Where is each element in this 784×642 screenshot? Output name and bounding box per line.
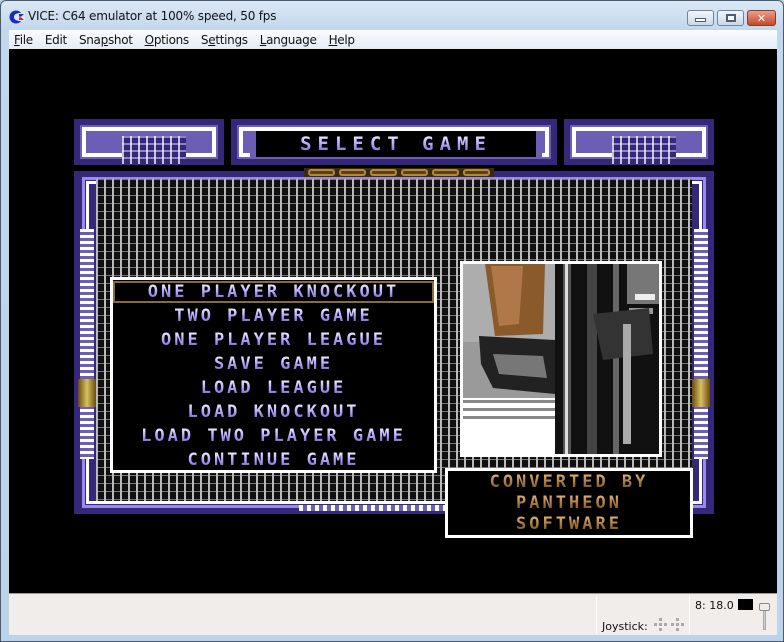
maximize-button[interactable] xyxy=(717,10,744,26)
joystick-label: Joystick: xyxy=(602,620,648,633)
maximize-icon xyxy=(725,14,736,22)
menu-help-mnemonic: H xyxy=(328,32,338,47)
menu-file-label: ile xyxy=(19,32,33,47)
menu-option-label: ONE PLAYER KNOCKOUT xyxy=(147,282,400,302)
menu-option-continue-game[interactable]: CONTINUE GAME xyxy=(113,449,434,471)
menu-option-save-game[interactable]: SAVE GAME xyxy=(113,353,434,375)
left-gold-clasp xyxy=(78,379,96,407)
ornament-grid xyxy=(612,136,676,164)
menu-snapshot-mnemonic: p xyxy=(100,32,109,47)
chain-link xyxy=(432,169,459,176)
right-side-bar xyxy=(694,229,708,459)
close-icon: ✕ xyxy=(756,11,767,25)
commodore-logo-icon xyxy=(9,10,25,24)
menu-edit[interactable]: Edit xyxy=(40,33,72,47)
minimize-button[interactable] xyxy=(687,10,714,26)
minimize-icon xyxy=(695,18,706,22)
boot-illustration xyxy=(463,264,659,454)
menu-option-load-league[interactable]: LOAD LEAGUE xyxy=(113,377,434,399)
title-frame: SELECT GAME xyxy=(231,119,557,165)
drive-led xyxy=(738,599,753,610)
vice-window: VICE: C64 emulator at 100% speed, 50 fps… xyxy=(0,0,784,642)
menu-help[interactable]: Help xyxy=(324,33,360,47)
status-bar: Joystick: 8: 18.0 xyxy=(9,593,777,635)
title-bar[interactable]: VICE: C64 emulator at 100% speed, 50 fps… xyxy=(1,1,784,31)
menu-option-label: LOAD KNOCKOUT xyxy=(187,402,360,422)
chain-link xyxy=(339,169,366,176)
top-left-ornament xyxy=(74,119,224,165)
right-gold-clasp xyxy=(692,379,710,407)
menu-option-load-knockout[interactable]: LOAD KNOCKOUT xyxy=(113,401,434,423)
menu-snapshot-rest: shot xyxy=(107,32,133,47)
status-separator xyxy=(596,596,597,634)
menu-options[interactable]: Options xyxy=(140,33,194,47)
chain-link xyxy=(370,169,397,176)
joystick-port1-icon xyxy=(654,618,668,632)
volume-slider-thumb[interactable] xyxy=(759,603,770,611)
menu-bar: File Edit Snapshot Options Settings Lang… xyxy=(9,30,777,49)
chain-link xyxy=(308,169,335,176)
ornament-grid xyxy=(122,136,186,164)
credits-panel: CONVERTED BY PANTHEON SOFTWARE xyxy=(445,468,693,538)
emulator-screen[interactable]: SELECT GAME ONE PLAYER KNOCKOUT TWO PLAY… xyxy=(9,49,777,593)
window-title: VICE: C64 emulator at 100% speed, 50 fps xyxy=(28,9,277,23)
volume-slider-track[interactable] xyxy=(763,608,766,630)
menu-option-one-player-knockout[interactable]: ONE PLAYER KNOCKOUT xyxy=(113,281,434,303)
menu-option-label: CONTINUE GAME xyxy=(187,450,360,470)
credit-line: CONVERTED BY xyxy=(489,471,649,492)
gold-chain-ornament xyxy=(304,168,494,177)
top-right-ornament xyxy=(564,119,714,165)
menu-options-label: ptions xyxy=(153,32,189,47)
menu-help-label: elp xyxy=(337,32,355,47)
menu-option-one-player-league[interactable]: ONE PLAYER LEAGUE xyxy=(113,329,434,351)
chain-link xyxy=(401,169,428,176)
menu-snapshot[interactable]: Snapshot xyxy=(74,33,138,47)
credit-line: SOFTWARE xyxy=(516,513,622,534)
left-side-bar xyxy=(80,229,94,459)
menu-settings-rest: ttings xyxy=(215,32,248,47)
menu-edit-label: Edit xyxy=(44,32,67,47)
menu-settings[interactable]: Settings xyxy=(196,33,253,47)
joystick-port2-icon xyxy=(671,618,685,632)
menu-snapshot-pre: Sna xyxy=(78,32,101,47)
menu-option-label: LOAD TWO PLAYER GAME xyxy=(141,426,406,446)
menu-options-mnemonic: O xyxy=(144,32,154,47)
game-title: SELECT GAME xyxy=(300,133,492,155)
boot-picture xyxy=(460,261,662,457)
close-button[interactable]: ✕ xyxy=(747,10,776,26)
menu-option-two-player-game[interactable]: TWO PLAYER GAME xyxy=(113,305,434,327)
menu-file[interactable]: File xyxy=(9,33,38,47)
menu-option-label: LOAD LEAGUE xyxy=(200,378,347,398)
chain-link xyxy=(463,169,490,176)
drive-status-readout: 8: 18.0 xyxy=(695,599,734,612)
bottom-stripe xyxy=(299,505,449,511)
menu-option-label: SAVE GAME xyxy=(213,354,334,374)
menu-option-label: ONE PLAYER LEAGUE xyxy=(161,330,386,350)
credit-line: PANTHEON xyxy=(516,492,622,513)
game-menu: ONE PLAYER KNOCKOUT TWO PLAYER GAME ONE … xyxy=(110,277,437,473)
menu-language-label: anguage xyxy=(266,32,317,47)
menu-language[interactable]: Language xyxy=(255,33,322,47)
menu-option-label: TWO PLAYER GAME xyxy=(174,306,373,326)
game-screen: SELECT GAME ONE PLAYER KNOCKOUT TWO PLAY… xyxy=(74,119,714,538)
menu-option-load-two-player-game[interactable]: LOAD TWO PLAYER GAME xyxy=(113,425,434,447)
title-panel: SELECT GAME xyxy=(250,131,542,157)
status-separator xyxy=(689,596,690,634)
